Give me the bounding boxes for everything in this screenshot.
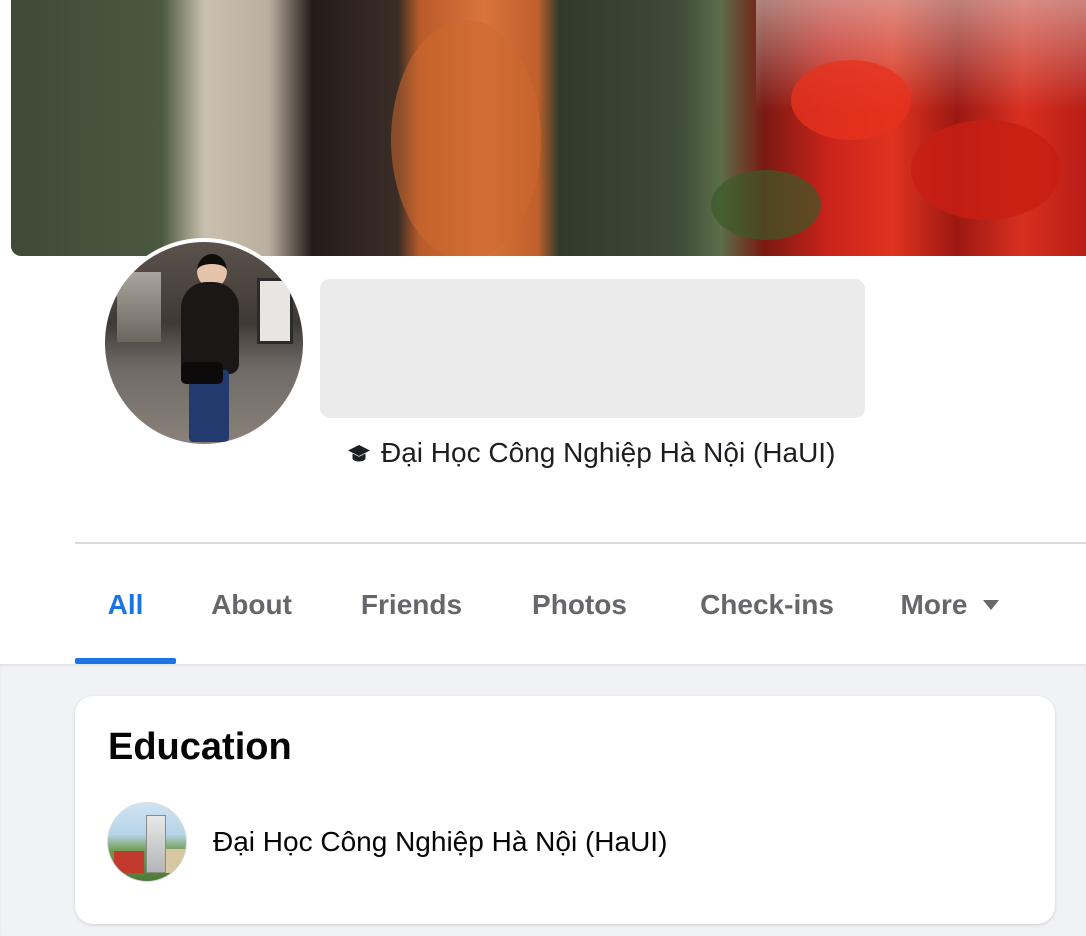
tab-label: All [107, 589, 144, 620]
tab-more[interactable]: More [871, 575, 1029, 635]
caret-down-icon [983, 600, 1000, 610]
avatar-person [181, 362, 223, 384]
tab-about[interactable]: About [176, 575, 327, 635]
school-logo-building [114, 851, 144, 873]
tab-label: Friends [360, 589, 463, 620]
profile-school-line[interactable]: Đại Học Công Nghiệp Hà Nội (HaUI) [347, 435, 835, 471]
avatar-background [117, 272, 161, 342]
tab-label: Photos [532, 589, 627, 620]
education-card: Education Đại Học Công Nghiệp Hà Nội (Ha… [75, 696, 1055, 924]
school-logo-tower [146, 815, 166, 873]
profile-school-text: Đại Học Công Nghiệp Hà Nội (HaUI) [381, 437, 836, 468]
graduation-cap-icon [347, 441, 371, 465]
cover-scarf [391, 20, 541, 256]
education-item[interactable]: Đại Học Công Nghiệp Hà Nội (HaUI) [107, 802, 667, 882]
header-divider [75, 542, 1086, 544]
profile-avatar[interactable] [101, 238, 307, 448]
tab-label: More [900, 589, 968, 620]
avatar-person [181, 282, 239, 374]
tab-all[interactable]: All [75, 575, 176, 635]
tab-check-ins[interactable]: Check-ins [663, 575, 871, 635]
avatar-photo [105, 242, 303, 444]
avatar-background [257, 278, 293, 344]
tab-friends[interactable]: Friends [327, 575, 496, 635]
profile-name-redacted [320, 279, 865, 418]
education-title: Education [108, 726, 292, 768]
school-logo[interactable] [107, 802, 187, 882]
profile-tabs: All About Friends Photos Check-ins More [75, 575, 1029, 635]
education-school-name[interactable]: Đại Học Công Nghiệp Hà Nội (HaUI) [213, 826, 667, 858]
tab-label: Check-ins [700, 589, 834, 620]
cover-flowers [911, 120, 1061, 220]
tab-label: About [211, 589, 292, 620]
cover-leaves [711, 170, 821, 240]
tab-photos[interactable]: Photos [496, 575, 663, 635]
profile-page: Đại Học Công Nghiệp Hà Nội (HaUI) All Ab… [0, 0, 1086, 936]
cover-flowers [791, 60, 911, 140]
cover-photo[interactable] [11, 0, 1086, 256]
school-logo-building [166, 849, 186, 873]
